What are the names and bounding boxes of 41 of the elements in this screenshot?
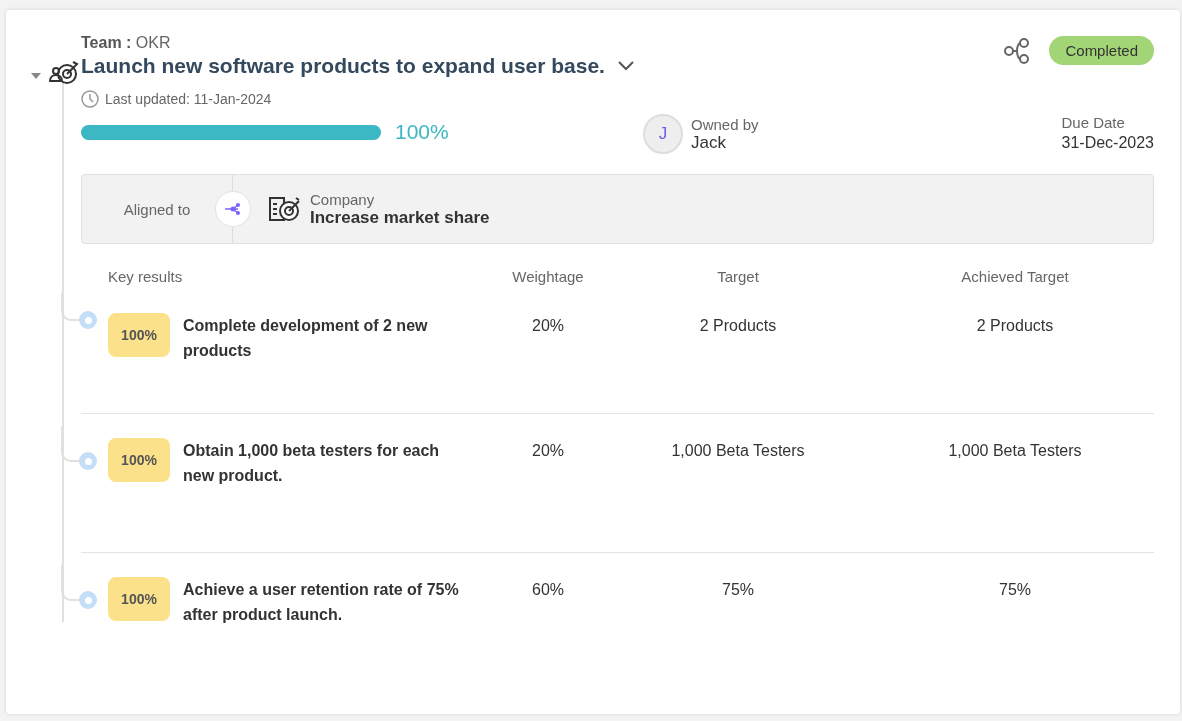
collapse-caret-icon[interactable] xyxy=(30,72,42,80)
due-date-value: 31-Dec-2023 xyxy=(1061,134,1154,152)
key-result-node-icon xyxy=(79,311,97,329)
objective-title: Launch new software products to expand user base. xyxy=(81,54,605,78)
achieved-target-cell-text: 75% xyxy=(998,580,1032,600)
progress-badge: 100% xyxy=(108,438,170,482)
target-cell-text: 2 Products xyxy=(698,316,778,336)
column-header: Key results xyxy=(108,267,184,287)
target-cell-text: 75% xyxy=(721,580,755,600)
owner-avatar: J xyxy=(643,114,683,154)
column-header: Target xyxy=(716,267,760,287)
last-updated-text: Last updated: 11-Jan-2024 xyxy=(105,91,272,107)
share-icon[interactable] xyxy=(1003,36,1032,65)
key-result-title: Achieve a user retention rate of 75% after product launch. xyxy=(183,580,460,625)
progress-percent: 100% xyxy=(395,120,449,144)
key-result-node-icon xyxy=(79,452,97,470)
weightage-cell-text: 60% xyxy=(531,580,565,600)
team-label: Team : OKR xyxy=(81,34,172,52)
aligned-to-label: Aligned to xyxy=(123,200,191,218)
company-target-icon xyxy=(268,194,302,224)
company-label: Company xyxy=(310,190,376,208)
progress-badge: 100% xyxy=(108,577,170,621)
column-header: Achieved Target xyxy=(960,267,1070,287)
target-cell-text: 1,000 Beta Testers xyxy=(670,441,806,461)
status-badge: Completed xyxy=(1049,36,1154,65)
progress-badge: 100% xyxy=(108,313,170,357)
achieved-target-cell-text: 1,000 Beta Testers xyxy=(947,441,1083,461)
weightage-cell-text: 20% xyxy=(531,316,565,336)
key-result-title: Complete development of 2 new products xyxy=(183,316,429,361)
due-date-label: Due Date xyxy=(1061,114,1126,131)
column-header: Weightage xyxy=(511,267,585,287)
owner-name: Jack xyxy=(691,132,727,153)
key-result-node-icon xyxy=(79,591,97,609)
aligned-objective-title: Increase market share xyxy=(310,207,490,228)
achieved-target-cell-text: 2 Products xyxy=(975,316,1055,336)
owned-by-label: Owned by xyxy=(691,115,759,133)
key-result-title: Obtain 1,000 beta testers for each new product. xyxy=(183,441,441,486)
clock-icon xyxy=(81,90,99,108)
team-target-icon xyxy=(48,59,80,87)
chevron-down-icon[interactable] xyxy=(616,60,635,72)
weightage-cell-text: 20% xyxy=(531,441,565,461)
